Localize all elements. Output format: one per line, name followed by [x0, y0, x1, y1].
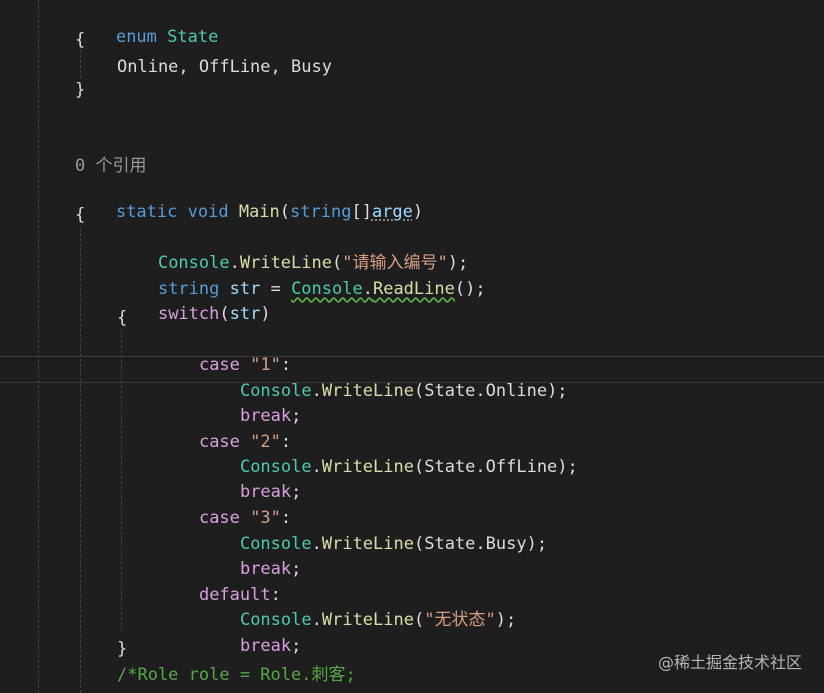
indent-guide: [38, 0, 39, 693]
code-line-enum-members[interactable]: Online, OffLine, Busy: [117, 56, 332, 78]
param-type: string: [290, 202, 352, 222]
paren: (: [413, 534, 425, 554]
code-line-break[interactable]: break;: [199, 459, 301, 502]
codelens-references[interactable]: 0 个引用: [75, 155, 146, 177]
code-line-switch[interactable]: switch(str): [117, 281, 271, 324]
paren-semicolon: );: [547, 381, 568, 401]
dot: .: [311, 457, 322, 477]
paren: (: [279, 202, 291, 222]
method-name: Main: [238, 202, 280, 222]
paren-semicolon: );: [557, 457, 578, 477]
paren: ): [260, 304, 271, 324]
method-readline: ReadLine: [372, 279, 455, 299]
code-line-brace[interactable]: {: [75, 204, 85, 226]
code-line-brace[interactable]: }: [75, 79, 85, 101]
watermark: @稀土掘金技术社区: [657, 653, 802, 672]
variable-str: str: [229, 304, 261, 324]
dot: .: [362, 279, 373, 299]
code-line-writeline-state[interactable]: Console.WriteLine(State.OffLine);: [199, 434, 578, 477]
argument: State.OffLine: [424, 457, 558, 477]
method-writeline: WriteLine: [321, 534, 414, 554]
method-writeline: WriteLine: [321, 381, 414, 401]
method-writeline: WriteLine: [321, 457, 414, 477]
code-line-default[interactable]: default:: [158, 562, 281, 605]
dot: .: [311, 534, 322, 554]
method-writeline: WriteLine: [321, 610, 414, 630]
paren-semicolon: );: [495, 610, 517, 630]
code-line-writeline-state[interactable]: Console.WriteLine(State.Online);: [199, 358, 568, 401]
code-line-comment[interactable]: /*Role role = Role.刺客;: [117, 664, 356, 686]
semicolon: ;: [291, 482, 302, 502]
class-console: Console: [291, 279, 363, 299]
call-end: ();: [454, 279, 486, 299]
paren: (: [219, 304, 230, 324]
semicolon: ;: [291, 636, 302, 656]
code-line-enum[interactable]: enum State: [75, 4, 218, 47]
brackets: []: [351, 202, 372, 222]
paren: (: [413, 381, 425, 401]
keyword-void: void: [187, 202, 229, 222]
paren-semicolon: );: [526, 534, 548, 554]
code-line-brace[interactable]: }: [117, 638, 127, 660]
code-line-break[interactable]: break;: [199, 613, 301, 656]
semicolon: ;: [291, 559, 302, 579]
paren: (: [413, 457, 425, 477]
string-literal: "无状态": [424, 610, 496, 630]
code-line-brace[interactable]: {: [75, 29, 85, 51]
code-line-case[interactable]: case "1":: [158, 332, 291, 375]
dot: .: [311, 610, 322, 630]
code-line-writeline-state[interactable]: Console.WriteLine(State.Busy);: [199, 511, 547, 554]
code-line-writeline-prompt[interactable]: Console.WriteLine("请输入编号");: [117, 230, 468, 273]
argument: State.Busy: [424, 534, 527, 554]
code-line-break[interactable]: break;: [199, 383, 301, 426]
enum-name: State: [167, 27, 219, 47]
code-line-case[interactable]: case "2":: [158, 409, 291, 452]
code-editor[interactable]: enum State { Online, OffLine, Busy } 0 个…: [0, 0, 824, 693]
indent-guide: [80, 228, 81, 693]
semicolon: ;: [291, 406, 302, 426]
code-line-brace[interactable]: {: [117, 307, 127, 329]
keyword-break: break: [239, 636, 292, 656]
paren: (: [413, 610, 425, 630]
dot: .: [311, 381, 322, 401]
code-line-main-signature[interactable]: static void Main(string[]arge): [75, 179, 423, 222]
keyword-static: static: [115, 202, 178, 222]
keyword-switch: switch: [157, 304, 220, 324]
code-line-break[interactable]: break;: [199, 536, 301, 579]
code-line-writeline-default[interactable]: Console.WriteLine("无状态");: [199, 587, 516, 630]
param-name: arge: [371, 202, 413, 222]
keyword: enum: [115, 27, 157, 47]
argument: State.Online: [424, 381, 548, 401]
paren: ): [412, 202, 424, 222]
code-line-case[interactable]: case "3":: [158, 485, 291, 528]
code-line-readline[interactable]: string str = Console.ReadLine();: [117, 256, 486, 299]
